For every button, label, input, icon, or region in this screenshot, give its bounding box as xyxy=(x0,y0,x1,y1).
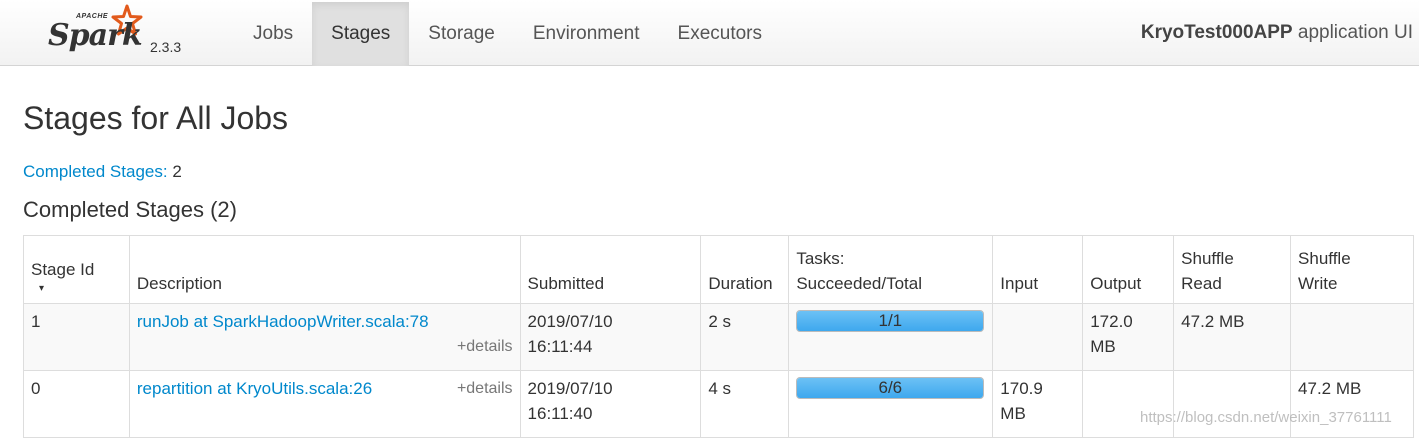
header-input[interactable]: Input xyxy=(992,235,1084,304)
header-tasks-line2: Succeeded/Total xyxy=(796,274,923,293)
table-row: 1 runJob at SparkHadoopWriter.scala:78 +… xyxy=(23,303,1414,371)
cell-duration: 2 s xyxy=(700,303,790,371)
cell-output: 172.0 MB xyxy=(1082,303,1175,371)
header-shuffle-write-line1: Shuffle xyxy=(1298,249,1351,268)
header-stage-id[interactable]: Stage Id ▾ xyxy=(23,235,130,304)
tasks-progress-label: 1/1 xyxy=(878,311,903,330)
header-submitted[interactable]: Submitted xyxy=(519,235,702,304)
spark-version: 2.3.3 xyxy=(150,39,182,55)
tab-stages[interactable]: Stages xyxy=(312,2,410,66)
header-tasks-line1: Tasks: xyxy=(796,249,845,268)
header-stage-id-label: Stage Id xyxy=(31,260,95,279)
input-unit: MB xyxy=(1000,404,1026,423)
cell-shuffle-read xyxy=(1173,370,1292,438)
submitted-time: 16:11:44 xyxy=(527,337,593,356)
app-name: KryoTest000APP xyxy=(1140,22,1293,43)
tasks-progress-bar: 1/1 xyxy=(796,310,985,332)
tab-environment[interactable]: Environment xyxy=(514,2,659,66)
input-value: 170.9 xyxy=(1000,379,1043,398)
completed-stages-link[interactable]: Completed Stages: xyxy=(23,162,168,181)
cell-input: 170.9 MB xyxy=(992,370,1084,438)
application-title: KryoTest000APP application UI xyxy=(1141,0,1413,66)
header-shuffle-read-line2: Read xyxy=(1181,274,1222,293)
stages-summary: Completed Stages: 2 xyxy=(23,162,182,182)
cell-input xyxy=(992,303,1084,371)
header-output[interactable]: Output xyxy=(1082,235,1175,304)
submitted-date: 2019/07/10 xyxy=(527,379,613,398)
page-title: Stages for All Jobs xyxy=(23,100,289,136)
cell-submitted: 2019/07/10 16:11:40 xyxy=(519,370,702,438)
output-value: 172.0 xyxy=(1090,312,1133,331)
cell-description: runJob at SparkHadoopWriter.scala:78 +de… xyxy=(128,303,521,371)
cell-output xyxy=(1082,370,1175,438)
main-nav: Jobs Stages Storage Environment Executor… xyxy=(234,2,781,66)
header-duration[interactable]: Duration xyxy=(700,235,790,304)
cell-tasks: 1/1 xyxy=(788,303,994,371)
table-header-row: Stage Id ▾ Description Submitted Duratio… xyxy=(23,235,1414,304)
header-shuffle-read-line1: Shuffle xyxy=(1181,249,1234,268)
header-tasks[interactable]: Tasks: Succeeded/Total xyxy=(788,235,994,304)
spark-logo[interactable]: APACHE Spark 2.3.3 xyxy=(46,4,196,62)
submitted-time: 16:11:40 xyxy=(527,404,593,423)
spark-wordmark: Spark xyxy=(48,18,143,53)
header-shuffle-read[interactable]: Shuffle Read xyxy=(1173,235,1292,304)
cell-description: +details repartition at KryoUtils.scala:… xyxy=(128,370,521,438)
section-title[interactable]: Completed Stages (2) xyxy=(23,197,237,223)
completed-stages-table: Stage Id ▾ Description Submitted Duratio… xyxy=(23,235,1414,438)
submitted-date: 2019/07/10 xyxy=(527,312,613,331)
top-navbar: APACHE Spark 2.3.3 Jobs Stages Storage E… xyxy=(0,0,1419,66)
header-description[interactable]: Description xyxy=(128,235,521,304)
sort-desc-icon: ▾ xyxy=(39,283,45,294)
tasks-progress-label: 6/6 xyxy=(878,378,903,397)
header-shuffle-write[interactable]: Shuffle Write xyxy=(1290,235,1414,304)
cell-tasks: 6/6 xyxy=(788,370,994,438)
cell-shuffle-read: 47.2 MB xyxy=(1173,303,1292,371)
details-toggle[interactable]: +details xyxy=(137,334,513,359)
cell-stage-id: 0 xyxy=(23,370,130,438)
output-unit: MB xyxy=(1090,337,1116,356)
stage-description-link[interactable]: repartition at KryoUtils.scala:26 xyxy=(137,379,372,398)
tab-jobs[interactable]: Jobs xyxy=(234,2,312,66)
tab-executors[interactable]: Executors xyxy=(659,2,781,66)
cell-shuffle-write: 47.2 MB xyxy=(1290,370,1414,438)
watermark-text: https://blog.csdn.net/weixin_37761111 xyxy=(1140,409,1392,426)
cell-duration: 4 s xyxy=(700,370,790,438)
header-shuffle-write-line2: Write xyxy=(1298,274,1338,293)
details-toggle[interactable]: +details xyxy=(457,376,513,401)
completed-stages-count: 2 xyxy=(172,162,182,181)
table-row: 0 +details repartition at KryoUtils.scal… xyxy=(23,370,1414,438)
tasks-progress-bar: 6/6 xyxy=(796,377,985,399)
app-suffix: application UI xyxy=(1292,22,1413,43)
tab-storage[interactable]: Storage xyxy=(409,2,514,66)
cell-shuffle-write xyxy=(1290,303,1414,371)
cell-submitted: 2019/07/10 16:11:44 xyxy=(519,303,702,371)
cell-stage-id: 1 xyxy=(23,303,130,371)
stage-description-link[interactable]: runJob at SparkHadoopWriter.scala:78 xyxy=(137,312,429,331)
